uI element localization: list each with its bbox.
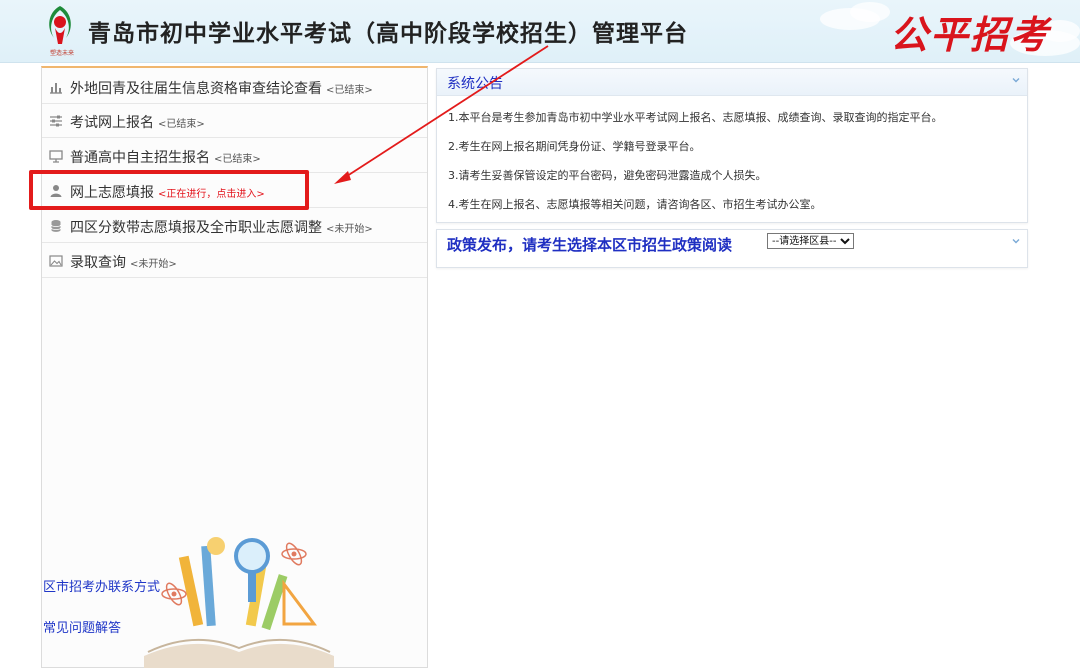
menu-item-status: <已结束>: [326, 85, 373, 96]
menu-item-label: 考试网上报名 <已结束>: [70, 115, 205, 131]
menu-item-label: 外地回青及往届生信息资格审查结论查看 <已结束>: [70, 81, 373, 97]
chevron-down-icon[interactable]: [1011, 236, 1021, 246]
monitor-icon: [49, 150, 63, 163]
menu-item-status: <未开始>: [130, 259, 177, 270]
announcement-line: 3.请考生妥善保管设定的平台密码，避免密码泄露造成个人损失。: [448, 169, 767, 182]
menu-item-status: <未开始>: [326, 224, 373, 235]
announcement-line: 4.考生在网上报名、志愿填报等相关问题，请咨询各区、市招生考试办公室。: [448, 198, 822, 211]
left-menu-panel: 外地回青及往届生信息资格审查结论查看 <已结束> 考试网上报名 <已结束> 普通高中…: [41, 66, 428, 668]
policy-header: 政策发布，请考生选择本区市招生政策阅读 --请选择区县--: [437, 230, 1027, 267]
announcement-title: 系统公告: [447, 76, 503, 92]
menu-item-autonomous-enrollment[interactable]: 普通高中自主招生报名 <已结束>: [42, 139, 427, 173]
menu-item-online-registration[interactable]: 考试网上报名 <已结束>: [42, 104, 427, 138]
policy-release-panel: 政策发布，请考生选择本区市招生政策阅读 --请选择区县--: [436, 229, 1028, 268]
menu-item-label: 录取查询 <未开始>: [70, 255, 177, 271]
education-illustration: [144, 537, 334, 668]
highlight-annotation-box: [29, 170, 309, 210]
cloud-decoration: [850, 2, 890, 22]
menu-item-qualification-review[interactable]: 外地回青及往届生信息资格审查结论查看 <已结束>: [42, 70, 427, 104]
database-icon: [51, 220, 61, 232]
chevron-down-icon[interactable]: [1011, 75, 1021, 85]
district-contacts-link[interactable]: 区市招考办联系方式: [43, 576, 160, 595]
bar-chart-icon: [50, 83, 62, 94]
menu-item-score-band-adjustment[interactable]: 四区分数带志愿填报及全市职业志愿调整 <未开始>: [42, 209, 427, 243]
faq-link[interactable]: 常见问题解答: [43, 617, 121, 636]
menu-item-label: 四区分数带志愿填报及全市职业志愿调整 <未开始>: [70, 220, 373, 236]
announcement-line: 2.考生在网上报名期间凭身份证、学籍号登录平台。: [448, 140, 701, 153]
announcement-header[interactable]: 系统公告: [437, 69, 1027, 96]
image-icon: [49, 255, 63, 267]
district-select[interactable]: --请选择区县--: [767, 233, 854, 249]
menu-item-label: 普通高中自主招生报名 <已结束>: [70, 150, 261, 166]
page-title: 青岛市初中学业水平考试（高中阶段学校招生）管理平台: [88, 21, 688, 47]
header-banner: 塑造未来 青岛市初中学业水平考试（高中阶段学校招生）管理平台 公平招考: [0, 0, 1080, 63]
announcement-line: 1.本平台是考生参加青岛市初中学业水平考试网上报名、志愿填报、成绩查询、录取查询…: [448, 111, 943, 124]
menu-item-status: <已结束>: [158, 119, 205, 130]
menu-item-status: <已结束>: [214, 154, 261, 165]
system-announcement-panel: 系统公告 1.本平台是考生参加青岛市初中学业水平考试网上报名、志愿填报、成绩查询…: [436, 68, 1028, 223]
logo-tagline: 塑造未来: [49, 50, 74, 57]
slogan-calligraphy: 公平招考: [890, 12, 1051, 57]
sliders-icon: [50, 115, 62, 127]
policy-title: 政策发布，请考生选择本区市招生政策阅读: [447, 236, 733, 254]
menu-item-admission-query[interactable]: 录取查询 <未开始>: [42, 244, 427, 278]
